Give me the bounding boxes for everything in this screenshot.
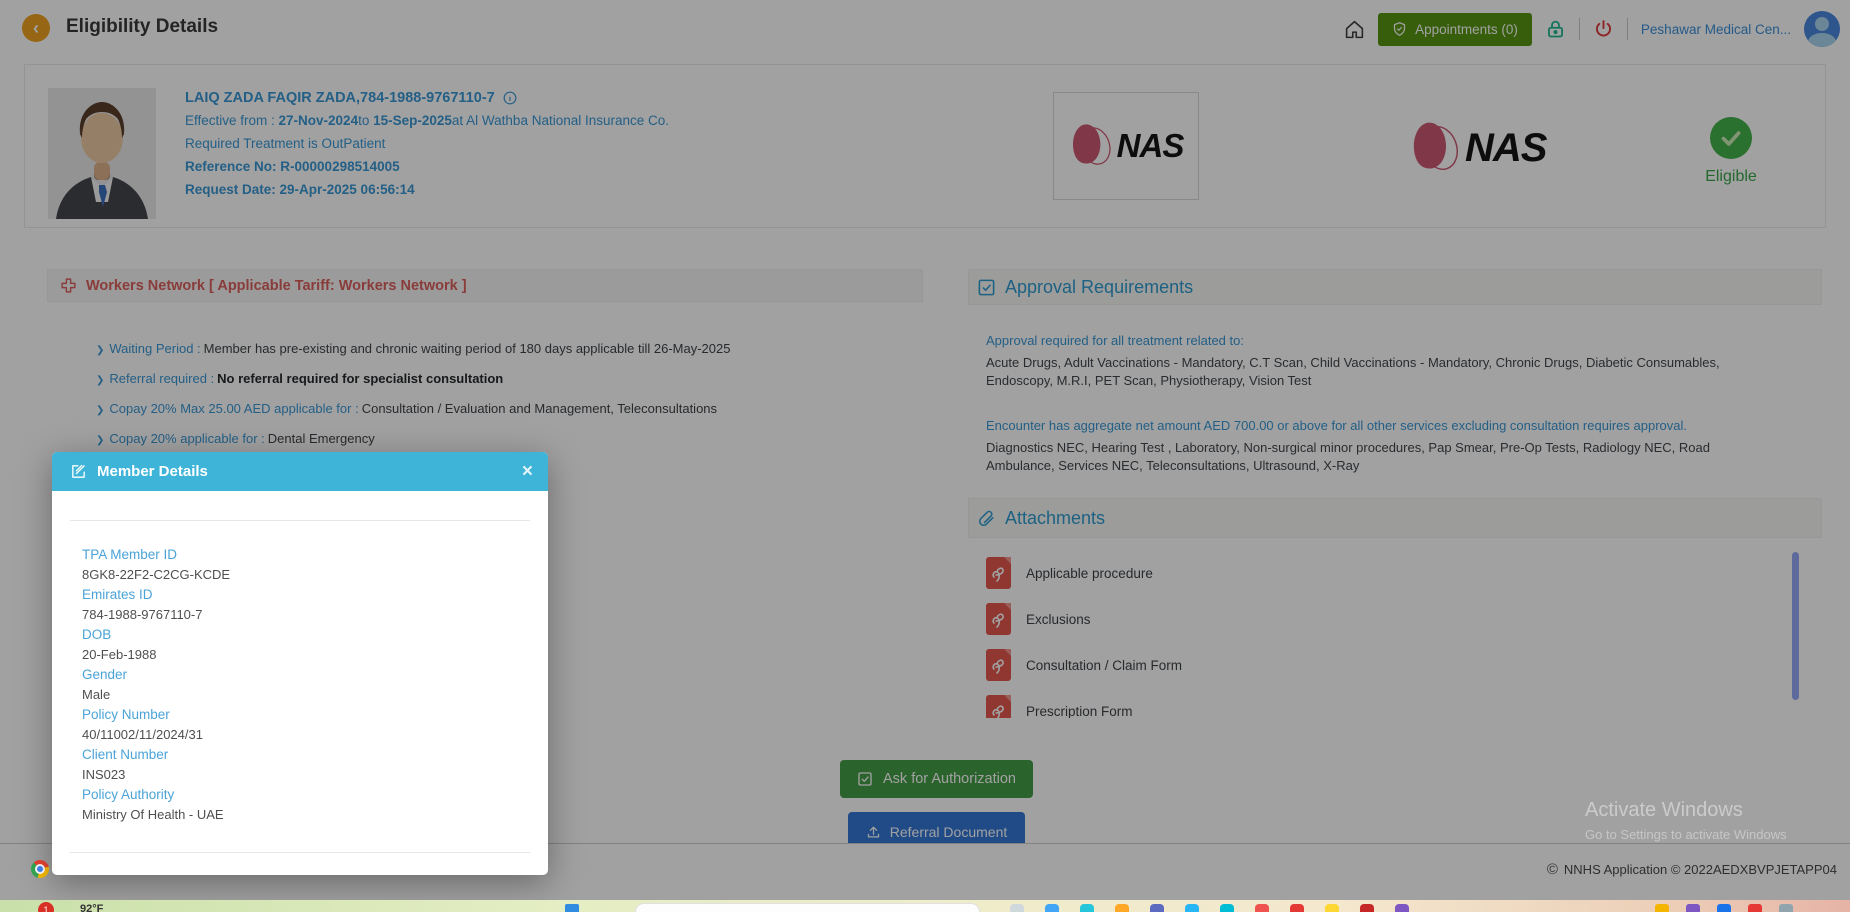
taskbar-app-icons xyxy=(1010,904,1409,912)
member-field: Gender Male xyxy=(82,667,128,702)
taskbar-tray-icons xyxy=(1655,904,1793,912)
chrome-icon[interactable] xyxy=(31,860,49,878)
taskbar-app-icon[interactable] xyxy=(1185,904,1199,912)
taskbar-app-icon[interactable] xyxy=(1290,904,1304,912)
taskbar-app-icon[interactable] xyxy=(1255,904,1269,912)
taskbar-app-icon[interactable] xyxy=(1080,904,1094,912)
taskbar-app-icon[interactable] xyxy=(1220,904,1234,912)
edit-icon xyxy=(70,463,87,480)
taskbar-app-icon[interactable] xyxy=(1150,904,1164,912)
modal-title: Member Details xyxy=(97,463,208,480)
member-fields: TPA Member ID 8GK8-22F2-C2CG-KCDE Emirate… xyxy=(82,545,230,825)
member-details-modal: Member Details × TPA Member ID 8GK8-22F2-… xyxy=(52,452,548,875)
taskbar-app-icon[interactable] xyxy=(1325,904,1339,912)
taskbar-app-icon[interactable] xyxy=(1655,904,1669,912)
close-icon[interactable]: × xyxy=(522,462,533,481)
taskbar-app-icon[interactable] xyxy=(1395,904,1409,912)
modal-header: Member Details × xyxy=(52,452,548,491)
taskbar-search-box[interactable] xyxy=(635,903,980,912)
member-field: Emirates ID 784-1988-9767110-7 xyxy=(82,587,203,622)
windows-start-icon[interactable] xyxy=(565,904,579,912)
member-field: Policy Number 40/11002/11/2024/31 xyxy=(82,707,203,742)
taskbar-app-icon[interactable] xyxy=(1360,904,1374,912)
member-field: TPA Member ID 8GK8-22F2-C2CG-KCDE xyxy=(82,547,231,582)
taskbar-app-icon[interactable] xyxy=(1779,904,1793,912)
member-field: Client Number INS023 xyxy=(82,747,169,782)
member-field: Policy Authority Ministry Of Health - UAE xyxy=(82,787,224,822)
notification-badge[interactable]: 1 xyxy=(38,902,54,912)
modal-divider xyxy=(70,852,530,853)
taskbar-app-icon[interactable] xyxy=(1717,904,1731,912)
weather-temp[interactable]: 92°F xyxy=(80,903,103,912)
screen: ‹ Eligibility Details Appointments (0) P… xyxy=(0,0,1850,912)
modal-divider xyxy=(70,520,530,521)
taskbar-app-icon[interactable] xyxy=(1115,904,1129,912)
taskbar-app-icon[interactable] xyxy=(1010,904,1024,912)
member-field: DOB 20-Feb-1988 xyxy=(82,627,157,662)
taskbar-app-icon[interactable] xyxy=(1045,904,1059,912)
taskbar-app-icon[interactable] xyxy=(1686,904,1700,912)
taskbar-app-icon[interactable] xyxy=(1748,904,1762,912)
windows-taskbar: 1 92°F xyxy=(0,900,1850,912)
